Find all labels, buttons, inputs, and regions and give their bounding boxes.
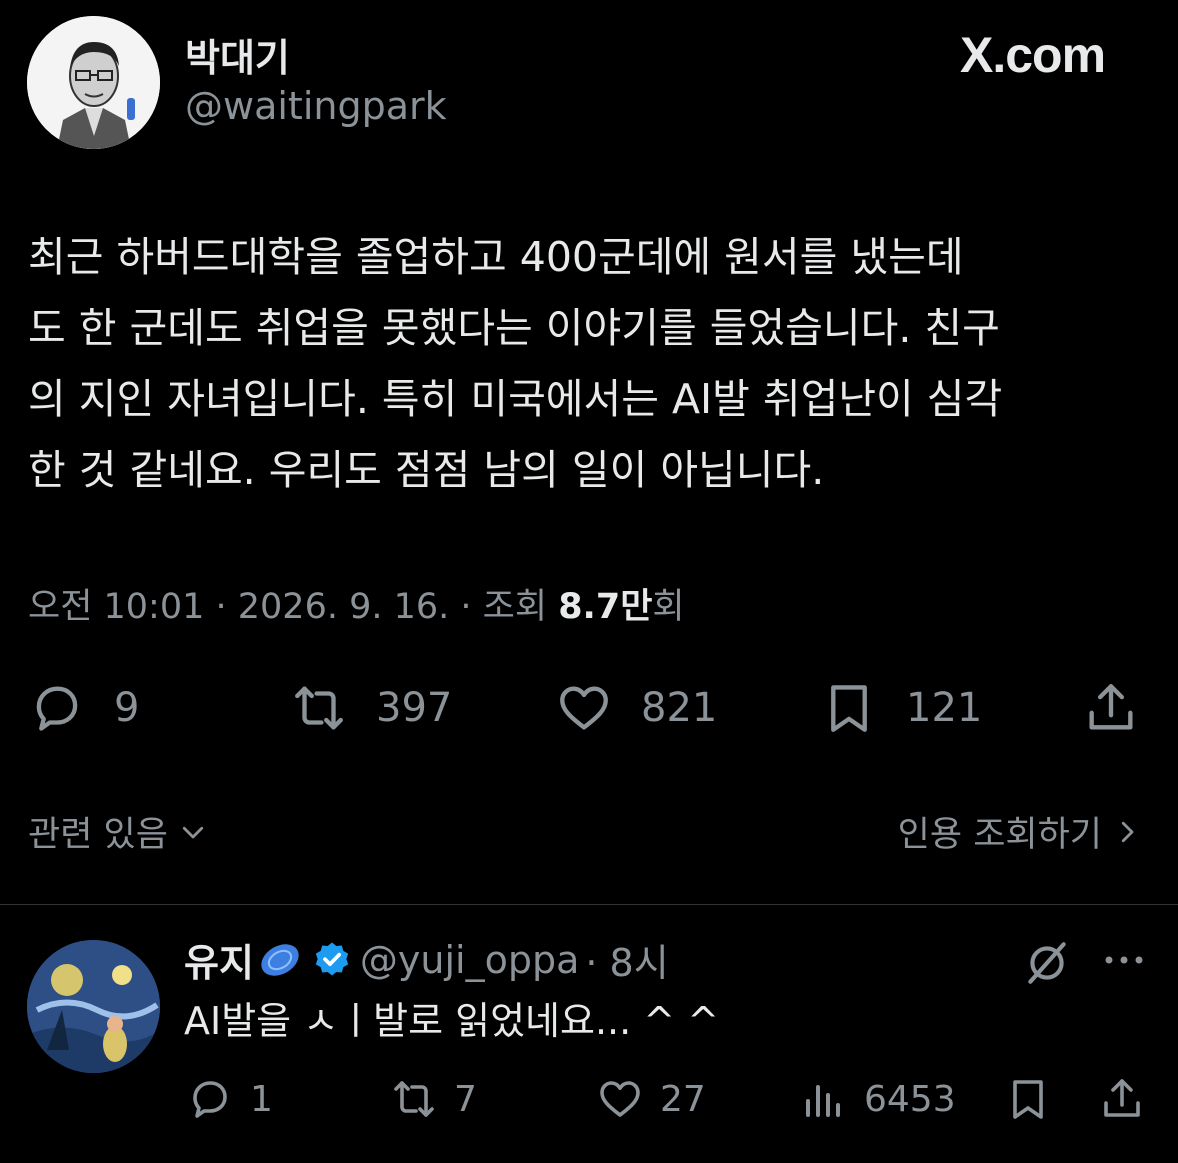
divider (0, 904, 1178, 905)
reply-icon (193, 1081, 227, 1118)
analytics-icon (806, 1085, 840, 1117)
view-suffix: 회 (652, 587, 685, 627)
quotes-label: 인용 조회하기 (897, 815, 1102, 855)
bookmark-icon (831, 685, 867, 732)
starry-night-avatar-icon (27, 940, 160, 1073)
more-options-icon[interactable] (1100, 945, 1148, 975)
bookmark-count: 121 (906, 685, 983, 731)
share-button[interactable] (1082, 680, 1140, 736)
reply-views-button[interactable]: 6453 (800, 1072, 956, 1126)
heart-icon (560, 686, 608, 730)
retweet-button[interactable]: 397 (290, 680, 452, 736)
tweet-line: 한 것 같네요. 우리도 점점 남의 일이 아닙니다. (28, 446, 825, 494)
frisbee-emoji-icon (261, 943, 299, 976)
reply-share-button[interactable] (1098, 1072, 1146, 1126)
reply-bookmark-button[interactable] (1004, 1072, 1052, 1126)
tweet-timestamp: 오전 10:01 · 2026. 9. 16. · 조회 (28, 587, 559, 627)
reply-retweet-count: 7 (454, 1078, 477, 1120)
reply-like-button[interactable]: 27 (596, 1072, 706, 1126)
reply-author-name[interactable]: 유지 (184, 932, 254, 987)
tweet-line: 의 지인 자녀입니다. 특히 미국에서는 AI발 취업난이 심각 (28, 375, 1003, 423)
tweet-meta: 오전 10:01 · 2026. 9. 16. · 조회 8.7만회 (28, 578, 685, 629)
reply-icon (36, 686, 78, 731)
chevron-right-icon (1121, 821, 1134, 842)
author-handle[interactable]: @waitingpark (185, 84, 447, 128)
reply-count: 9 (114, 685, 140, 731)
view-quotes-link[interactable]: 인용 조회하기 (898, 806, 1142, 857)
chevron-down-icon (182, 826, 204, 838)
heart-icon (600, 1081, 640, 1117)
tweet-text: 최근 하버드대학을 졸업하고 400군데에 원서를 냈는데 도 한 군데도 취업… (28, 222, 1153, 506)
like-button[interactable]: 821 (555, 680, 717, 736)
reply-like-count: 27 (660, 1078, 706, 1120)
reply-time: · 8시 (585, 941, 669, 985)
reply-avatar[interactable] (27, 940, 160, 1073)
view-count: 8.7만 (558, 587, 653, 627)
reply-view-count: 6453 (864, 1078, 956, 1120)
tweet-line: 도 한 군데도 취업을 못했다는 이야기를 들었습니다. 친구 (28, 304, 1000, 352)
reply-retweet-button[interactable]: 7 (390, 1072, 477, 1126)
grok-icon[interactable] (1022, 938, 1072, 988)
reply-reply-count: 1 (250, 1078, 273, 1120)
reply-header: 유지 @yuji_oppa · 8시 (184, 932, 669, 987)
avatar-portrait-icon (27, 16, 160, 149)
retweet-icon (394, 1081, 434, 1117)
retweet-count: 397 (376, 685, 453, 731)
tweet-line: 최근 하버드대학을 졸업하고 400군데에 원서를 냈는데 (28, 233, 964, 281)
reply-text: AI발을 ㅅㅣ발로 읽었네요... ^ ^ (184, 999, 720, 1043)
related-toggle[interactable]: 관련 있음 (28, 806, 208, 857)
share-icon (1104, 1079, 1140, 1117)
author-name[interactable]: 박대기 (185, 27, 290, 82)
author-avatar[interactable] (27, 16, 160, 149)
reply-reply-button[interactable]: 1 (186, 1072, 273, 1126)
verified-badge-icon (315, 942, 349, 975)
like-count: 821 (641, 685, 718, 731)
bookmark-button[interactable]: 121 (820, 680, 982, 736)
site-logo: X.com (960, 27, 1106, 83)
retweet-icon (295, 686, 343, 730)
reply-button[interactable]: 9 (28, 680, 139, 736)
share-icon (1089, 684, 1133, 730)
bookmark-icon (1013, 1080, 1043, 1119)
reply-author-handle[interactable]: @yuji_oppa (360, 938, 579, 982)
related-label: 관련 있음 (28, 815, 168, 855)
